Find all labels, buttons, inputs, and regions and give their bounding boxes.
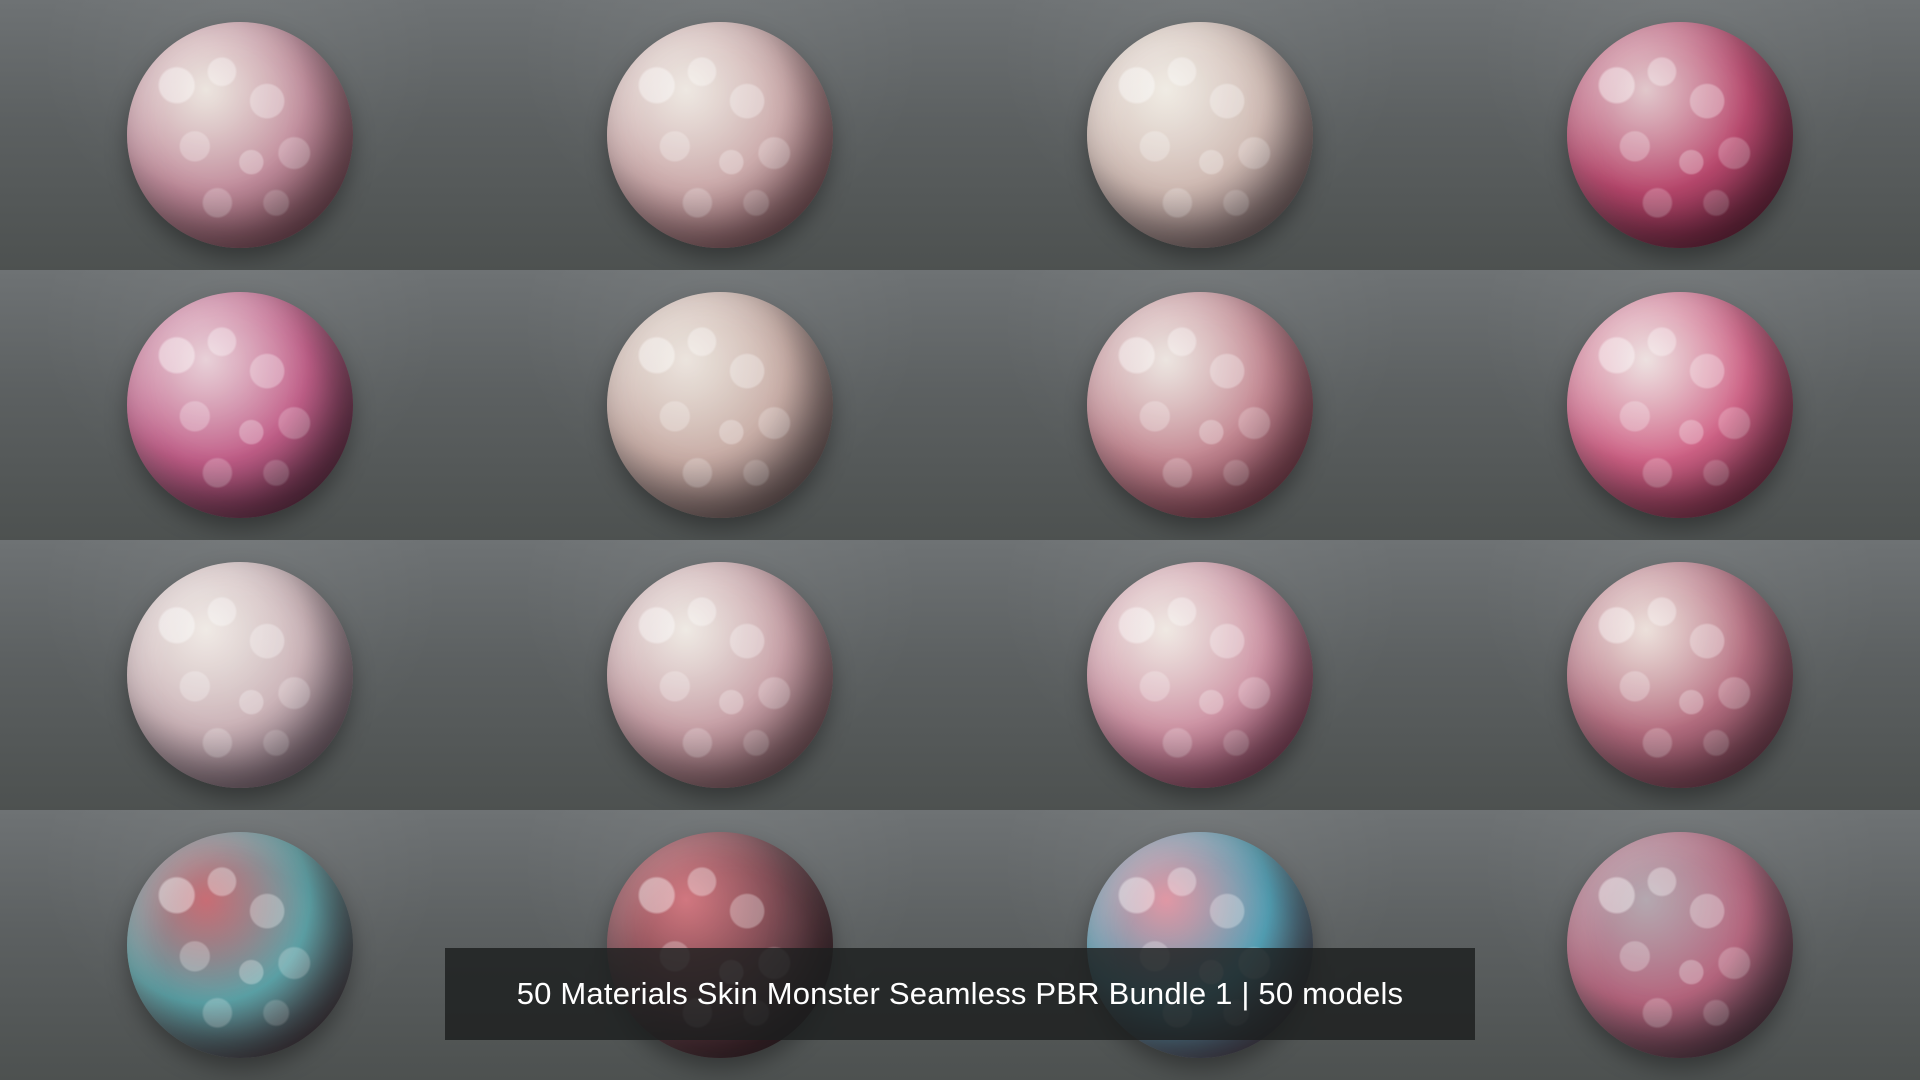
material-preview-tile[interactable] [1440,270,1920,540]
material-sphere [1567,832,1793,1058]
material-preview-tile[interactable] [480,270,960,540]
material-preview-tile[interactable] [0,0,480,270]
material-sphere [127,562,353,788]
material-sphere [607,22,833,248]
material-preview-tile[interactable] [480,0,960,270]
material-preview-grid [0,0,1920,1080]
material-sphere [127,292,353,518]
material-preview-tile[interactable] [0,270,480,540]
material-sphere [1567,22,1793,248]
material-preview-tile[interactable] [960,270,1440,540]
material-preview-tile[interactable] [0,540,480,810]
material-preview-tile[interactable] [1440,540,1920,810]
material-sphere [1087,562,1313,788]
material-preview-tile[interactable] [960,0,1440,270]
material-sphere [1087,22,1313,248]
material-preview-tile[interactable] [1440,0,1920,270]
material-sphere [1567,292,1793,518]
material-sphere [1567,562,1793,788]
caption-text: 50 Materials Skin Monster Seamless PBR B… [516,976,1404,1011]
material-preview-tile[interactable] [960,540,1440,810]
caption-bar: 50 Materials Skin Monster Seamless PBR B… [445,948,1475,1040]
material-preview-tile[interactable] [480,540,960,810]
material-preview-tile[interactable] [0,810,480,1080]
material-sphere [127,832,353,1058]
material-sphere [607,562,833,788]
material-sphere [127,22,353,248]
material-sphere [1087,292,1313,518]
material-preview-tile[interactable] [1440,810,1920,1080]
material-sphere [607,292,833,518]
